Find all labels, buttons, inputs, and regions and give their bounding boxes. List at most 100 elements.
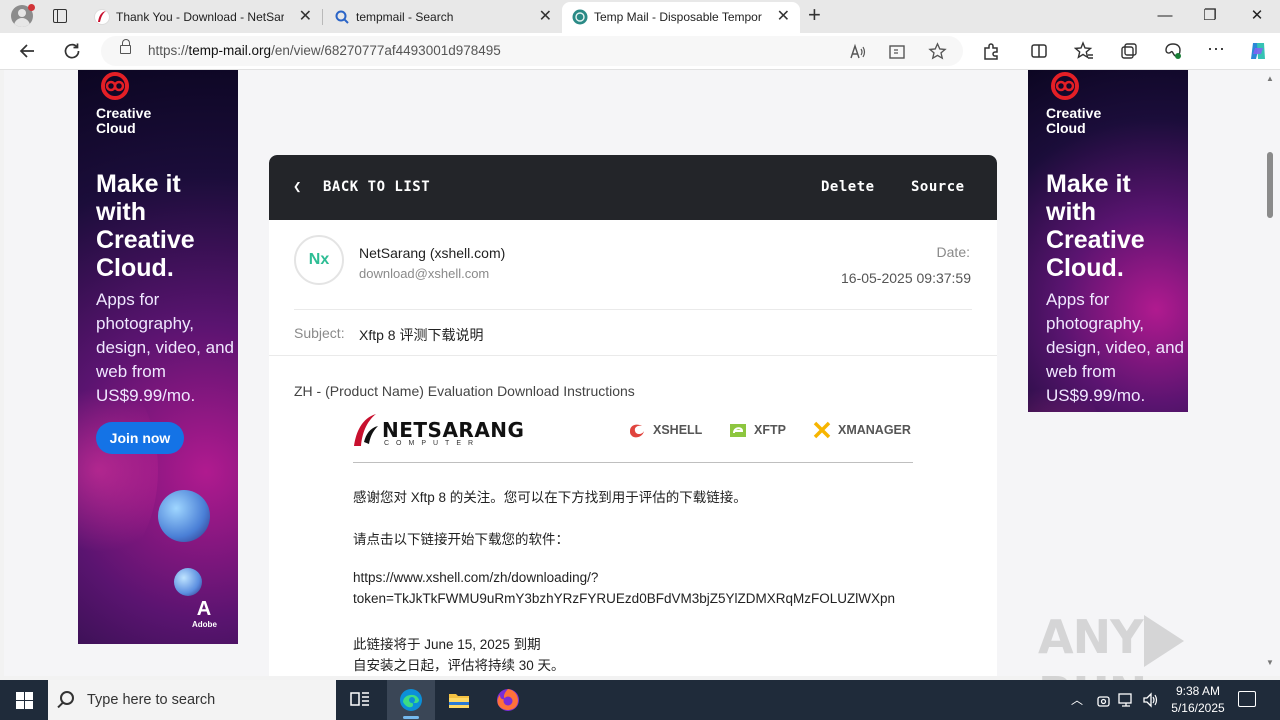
address-bar[interactable]: https://temp-mail.org/en/view/68270777af… (101, 36, 963, 66)
email-toolbar: ❮ BACK TO LIST Delete Source (269, 155, 997, 220)
tab-title: tempmail - Search (356, 10, 454, 24)
xshell-product[interactable]: XSHELL (627, 421, 702, 441)
tray-chevron-up-icon[interactable]: ︿ (1071, 691, 1083, 708)
netsarang-logo[interactable]: NETSARANG COMPUTER (352, 412, 524, 452)
delete-button[interactable]: Delete (821, 179, 875, 195)
tab-close-icon[interactable]: ✕ (299, 9, 312, 25)
profile-notification-dot (28, 4, 35, 11)
sender-avatar: Nx (294, 235, 344, 285)
minimize-button[interactable]: — (1155, 8, 1175, 24)
tab-strip: Thank You - Download - NetSarang ✕ tempm… (0, 0, 1280, 33)
security-tray-icon[interactable] (1096, 692, 1111, 708)
more-icon[interactable]: ⋯ (1206, 40, 1226, 61)
email-paragraph: 自安装之日起，评估将持续 30 天。 (353, 658, 565, 673)
email-paragraph: 感谢您对 Xftp 8 的关注。您可以在下方找到用于评估的下载链接。 (353, 490, 747, 505)
tab-actions-icon[interactable] (50, 6, 70, 26)
xftp-product[interactable]: XFTP (728, 421, 786, 441)
divider (294, 309, 972, 310)
ad-planet-small (174, 568, 202, 596)
ad-headline: Make it with Creative Cloud. (96, 170, 195, 282)
clock-date: 5/16/2025 (1171, 701, 1225, 715)
date-label: Date: (936, 244, 970, 260)
anyrun-watermark: ANYRUN (1038, 610, 1238, 720)
divider (353, 462, 913, 463)
chevron-left-icon[interactable]: ❮ (293, 179, 302, 195)
netsarang-swoosh-icon (354, 414, 378, 446)
tab-title: Temp Mail - Disposable Temporary Email (594, 10, 762, 24)
xshell-label: XSHELL (653, 423, 703, 437)
split-screen-icon[interactable] (1029, 41, 1049, 61)
xmanager-product[interactable]: XMANAGER (812, 421, 911, 441)
scroll-down-icon[interactable]: ▼ (1266, 658, 1274, 667)
scrollbar-thumb[interactable] (1267, 152, 1273, 218)
creative-cloud-ad-left[interactable]: Creative Cloud Make it with Creative Clo… (78, 70, 238, 644)
copilot-icon[interactable] (1247, 40, 1269, 62)
email-view: ❮ BACK TO LIST Delete Source Nx NetSaran… (269, 155, 997, 676)
back-to-list-button[interactable]: BACK TO LIST (323, 179, 430, 195)
tab-close-icon[interactable]: ✕ (539, 9, 552, 25)
firefox-icon[interactable] (484, 680, 532, 720)
lock-icon[interactable] (120, 39, 131, 54)
url-path: /en/view/68270777af4493001d978495 (271, 43, 501, 58)
ad-brand: Creative Cloud (1046, 105, 1102, 136)
email-paragraph: 请点击以下链接开始下载您的软件： (353, 532, 569, 547)
xshell-icon (630, 424, 644, 438)
tab-close-icon[interactable]: ✕ (777, 9, 790, 25)
favorites-icon[interactable] (1074, 41, 1094, 61)
url-text[interactable]: https://temp-mail.org/en/view/68270777af… (148, 43, 501, 58)
volume-icon[interactable] (1142, 692, 1160, 708)
ad-brand: Creative Cloud (96, 105, 152, 136)
tempmail-favicon-icon (572, 9, 588, 25)
play-icon (1144, 614, 1185, 667)
creative-cloud-logo-icon (1051, 72, 1079, 100)
tab-tempmail[interactable]: Temp Mail - Disposable Temporary Email ✕ (562, 2, 800, 33)
subject-value: Xftp 8 评测下载说明 (359, 327, 484, 343)
file-explorer-icon[interactable] (435, 680, 483, 720)
adobe-logo-mark: A (196, 598, 212, 620)
tab-netsarang[interactable]: Thank You - Download - NetSarang ✕ (84, 2, 322, 33)
join-now-button[interactable]: Join now (96, 422, 184, 454)
tab-search[interactable]: tempmail - Search ✕ (324, 2, 562, 33)
favorite-star-icon[interactable] (928, 42, 947, 61)
web-page: Creative Cloud Make it with Creative Clo… (4, 70, 1262, 676)
email-intro: ZH - (Product Name) Evaluation Download … (294, 383, 635, 399)
network-icon[interactable] (1118, 692, 1136, 708)
immersive-reader-icon[interactable] (888, 43, 906, 61)
sender-email: download@xshell.com (359, 266, 490, 281)
search-favicon-icon (335, 10, 349, 24)
ad-planet-large (158, 490, 210, 542)
ad-headline: Make it with Creative Cloud. (1046, 170, 1145, 282)
notifications-icon[interactable] (1238, 691, 1256, 707)
system-clock[interactable]: 9:38 AM 5/16/2025 (1162, 683, 1234, 717)
taskbar-search-box[interactable]: Type here to search (48, 680, 336, 720)
scroll-up-icon[interactable]: ▲ (1266, 74, 1274, 83)
refresh-icon[interactable] (62, 41, 82, 61)
task-view-icon[interactable] (336, 680, 384, 720)
restore-button[interactable]: ❐ (1200, 8, 1220, 24)
adobe-logo-icon: A Adobe (192, 598, 217, 638)
edge-icon[interactable] (387, 680, 435, 720)
netsarang-submark: COMPUTER (384, 440, 481, 447)
download-link[interactable]: https://www.xshell.com/zh/downloading/? (353, 570, 598, 585)
watermark-left: ANY (1038, 610, 1143, 664)
netsarang-wordmark: NETSARANG (382, 418, 525, 442)
collections-icon[interactable] (1119, 41, 1139, 61)
page-scrollbar[interactable]: ▲ ▼ (1262, 70, 1280, 676)
xftp-label: XFTP (754, 423, 786, 437)
taskbar: Type here to search ︿ 9:38 AM 5/16/2025 (0, 680, 1280, 720)
read-aloud-icon[interactable] (849, 43, 867, 61)
new-tab-button[interactable]: + (808, 4, 821, 26)
close-window-button[interactable]: ✕ (1247, 8, 1267, 24)
windows-start-icon[interactable] (16, 692, 33, 709)
creative-cloud-ad-right[interactable]: Creative Cloud Make it with Creative Clo… (1028, 70, 1188, 412)
url-scheme: https:// (148, 43, 189, 58)
browser-essentials-icon[interactable] (1163, 41, 1183, 61)
extensions-icon[interactable] (981, 41, 1001, 61)
source-button[interactable]: Source (911, 179, 965, 195)
xmanager-icon (813, 421, 831, 439)
adobe-logo-text: Adobe (192, 620, 217, 629)
ad-body: Apps for photography, design, video, and… (96, 290, 234, 405)
date-value: 16-05-2025 09:37:59 (841, 270, 971, 286)
download-link-token[interactable]: token=TkJkTkFWMU9uRmY3bzhYRzFYRUEzd0BFdV… (353, 591, 895, 606)
back-arrow-icon[interactable] (18, 41, 38, 61)
